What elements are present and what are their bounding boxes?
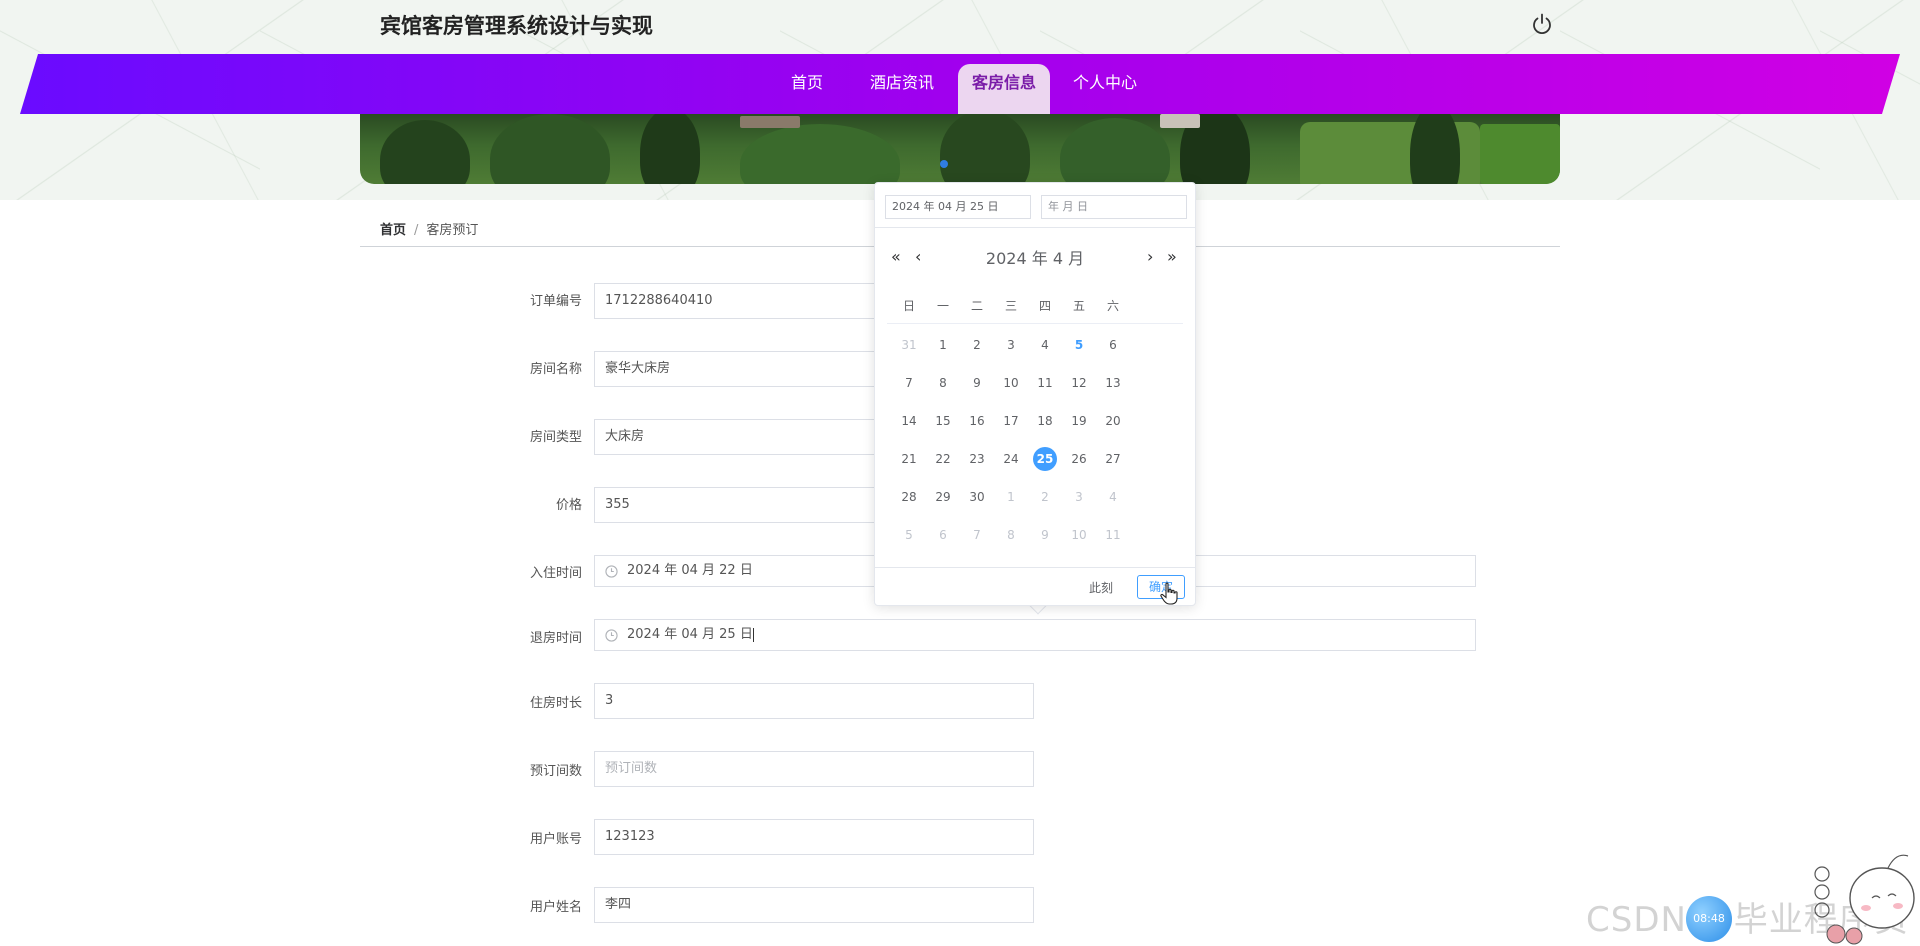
duration-input[interactable]: 3 [594,683,1034,719]
breadcrumb-separator: / [414,223,419,238]
calendar-day[interactable]: 21 [897,447,921,471]
checkout-date-value: 2024 年 04 月 25 日 [627,627,753,642]
calendar-day[interactable]: 8 [931,371,955,395]
calendar-day[interactable]: 31 [897,333,921,357]
datepicker-year[interactable]: 2024 年 [986,249,1048,268]
calendar-day[interactable]: 4 [1101,485,1125,509]
datepicker-time-input[interactable]: 年 月 日 [1041,195,1187,219]
calendar-day[interactable]: 7 [965,523,989,547]
calendar-day[interactable]: 29 [931,485,955,509]
calendar-day[interactable]: 26 [1067,447,1091,471]
weekday-label: 日 [902,299,915,313]
calendar-day[interactable]: 15 [931,409,955,433]
calendar-day[interactable]: 1 [999,485,1023,509]
breadcrumb-home[interactable]: 首页 [380,223,406,238]
calendar-day[interactable]: 24 [999,447,1023,471]
calendar-day[interactable]: 12 [1067,371,1091,395]
datepicker-divider [875,227,1195,228]
datepicker-month[interactable]: 4 月 [1053,249,1084,268]
calendar-day[interactable]: 9 [965,371,989,395]
calendar-day[interactable]: 14 [897,409,921,433]
calendar-day[interactable]: 6 [931,523,955,547]
nav-item-profile[interactable]: 个人中心 [1068,64,1142,114]
calendar-day[interactable]: 5 [897,523,921,547]
weekday-label: 五 [1072,299,1085,313]
now-button[interactable]: 此刻 [1089,579,1113,596]
calendar-day[interactable]: 27 [1101,447,1125,471]
checkout-label: 退房时间 [529,631,582,646]
calendar-day[interactable]: 5 [1067,333,1091,357]
calendar-day[interactable]: 10 [1067,523,1091,547]
price-label: 价格 [555,498,582,513]
room-type-label: 房间类型 [529,430,582,445]
site-title: 宾馆客房管理系统设计与实现 [380,14,653,38]
room-name-label: 房间名称 [529,362,582,377]
calendar-day[interactable]: 2 [965,333,989,357]
nav-item-home[interactable]: 首页 [780,64,834,114]
nav-item-news[interactable]: 酒店资讯 [866,64,938,114]
calendar-day[interactable]: 19 [1067,409,1091,433]
next-year-icon[interactable]: » [1167,247,1177,266]
breadcrumb-current: 客房预订 [426,223,479,238]
checkout-date-input[interactable]: 2024 年 04 月 25 日 [594,619,1476,651]
checkin-date-value: 2024 年 04 月 22 日 [627,563,753,578]
calendar-day[interactable]: 17 [999,409,1023,433]
calendar-day[interactable]: 8 [999,523,1023,547]
rooms-input[interactable]: 预订间数 [594,751,1034,787]
calendar-day[interactable]: 10 [999,371,1023,395]
calendar-day[interactable]: 18 [1033,409,1057,433]
rooms-label: 预订间数 [529,764,582,779]
checkin-label: 入住时间 [529,566,582,581]
calendar-day[interactable]: 11 [1033,371,1057,395]
clock-icon [605,629,618,642]
datepicker-panel: 2024 年 04 月 25 日 年 月 日 « ‹ 2024 年 4 月 › … [874,182,1196,606]
calendar-day[interactable]: 25 [1033,447,1057,471]
calendar-day[interactable]: 16 [965,409,989,433]
calendar-day[interactable]: 1 [931,333,955,357]
rooms-placeholder: 预订间数 [605,761,658,776]
next-month-icon[interactable]: › [1147,247,1153,266]
calendar-day[interactable]: 22 [931,447,955,471]
weekday-label: 三 [1004,299,1017,313]
nav-item-rooms[interactable]: 客房信息 [958,64,1050,114]
calendar-day[interactable]: 2 [1033,485,1057,509]
floating-action-button[interactable]: 08:48 [1686,896,1732,942]
calendar-day[interactable]: 11 [1101,523,1125,547]
datepicker-date-input[interactable]: 2024 年 04 月 25 日 [885,195,1031,219]
weekday-label: 一 [936,299,949,313]
calendar-day[interactable]: 3 [999,333,1023,357]
username-label: 用户姓名 [529,900,582,915]
weekday-label: 二 [970,299,983,313]
hero-banner [360,114,1560,184]
weekday-label: 四 [1038,299,1051,313]
pointer-cursor-icon [1160,582,1178,605]
calendar-day[interactable]: 20 [1101,409,1125,433]
calendar-day[interactable]: 13 [1101,371,1125,395]
duration-label: 住房时长 [529,696,582,711]
weekday-label: 六 [1106,299,1119,313]
weekday-divider [887,323,1183,324]
account-input[interactable]: 123123 [594,819,1034,855]
datepicker-footer-divider [875,567,1195,568]
calendar-day[interactable]: 30 [965,485,989,509]
calendar-day[interactable]: 6 [1101,333,1125,357]
breadcrumb: 首页 / 客房预订 [380,219,478,238]
calendar-day[interactable]: 4 [1033,333,1057,357]
calendar-day[interactable]: 23 [965,447,989,471]
account-label: 用户账号 [529,832,582,847]
mascot-sticker-icon [1814,854,1915,945]
power-icon[interactable] [1530,12,1554,36]
carousel-indicator[interactable] [940,160,948,168]
calendar-day[interactable]: 9 [1033,523,1057,547]
calendar-day[interactable]: 28 [897,485,921,509]
order-no-label: 订单编号 [529,294,582,309]
clock-icon [605,565,618,578]
username-input[interactable]: 李四 [594,887,1034,923]
calendar-day[interactable]: 3 [1067,485,1091,509]
calendar-day[interactable]: 7 [897,371,921,395]
